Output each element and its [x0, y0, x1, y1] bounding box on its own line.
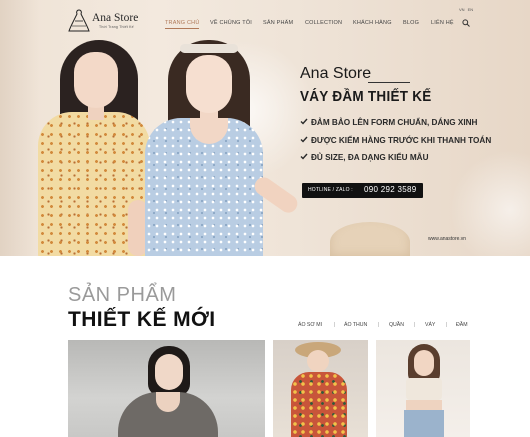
nav-item-blog[interactable]: BLOG — [403, 20, 419, 26]
logo-name[interactable]: Ana Store — [92, 12, 138, 24]
filter-dresses[interactable]: ĐẦM — [456, 322, 468, 328]
product-card[interactable] — [68, 340, 265, 437]
dress-logo-icon[interactable] — [68, 9, 90, 33]
hero-divider — [368, 82, 410, 83]
filter-divider: | — [378, 322, 380, 328]
hero-bullet: ĐẢM BẢO LÊN FORM CHUẨN, DÁNG XINH — [300, 118, 477, 127]
section-subtitle: SẢN PHẨM — [68, 284, 177, 306]
nav-item-contact[interactable]: LIÊN HỆ — [431, 20, 454, 26]
check-icon — [300, 136, 308, 143]
product-white-top — [406, 378, 442, 400]
search-icon[interactable] — [462, 19, 470, 27]
product-jeans — [404, 410, 444, 437]
hotline-button[interactable]: HOTLINE / ZALO : 090 292 3589 — [302, 183, 423, 198]
product-model-face — [414, 350, 434, 376]
hero-bullet-text: ĐƯỢC KIỂM HÀNG TRƯỚC KHI THANH TOÁN — [311, 136, 492, 145]
website-url: www.anastore.vn — [428, 236, 467, 242]
model-2-face — [186, 55, 232, 113]
product-model-face — [155, 354, 183, 390]
filter-tshirts[interactable]: ÁO THUN — [344, 322, 367, 328]
lang-vn[interactable]: VN — [459, 7, 465, 12]
filter-divider: | — [414, 322, 416, 328]
filter-divider: | — [446, 322, 448, 328]
hero-bullet-text: ĐẢM BẢO LÊN FORM CHUẨN, DÁNG XINH — [311, 118, 478, 127]
section-title: THIẾT KẾ MỚI — [68, 308, 216, 331]
hero-banner: Ana Store VÁY ĐẦM THIẾT KẾ ĐẢM BẢO LÊN F… — [0, 0, 530, 256]
nav-item-about[interactable]: VỀ CHÚNG TÔI — [210, 20, 252, 26]
filter-shirts[interactable]: ÁO SƠ MI — [298, 322, 322, 328]
lang-en[interactable]: EN — [468, 7, 474, 12]
hero-bullet-text: ĐỦ SIZE, ĐA DẠNG KIỂU MẪU — [311, 153, 429, 162]
hero-brand: Ana Store — [300, 65, 372, 82]
nav-item-customers[interactable]: KHÁCH HÀNG — [353, 20, 392, 26]
hero-headline: VÁY ĐẦM THIẾT KẾ — [300, 88, 432, 105]
hero-curtain — [0, 0, 40, 256]
model-1-face — [74, 52, 118, 108]
product-model-waist — [406, 400, 442, 410]
product-floral-dress — [291, 372, 347, 437]
filter-skirts[interactable]: VÁY — [425, 322, 435, 328]
filter-pants[interactable]: QUẦN — [389, 322, 404, 328]
nav-item-home[interactable]: TRANG CHỦ — [165, 20, 200, 26]
check-icon — [300, 153, 308, 160]
filter-divider: | — [334, 322, 336, 328]
product-card[interactable] — [273, 340, 368, 437]
hotline-number: 090 292 3589 — [364, 185, 417, 194]
product-model-face — [307, 350, 329, 372]
hero-bullet: ĐƯỢC KIỂM HÀNG TRƯỚC KHI THANH TOÁN — [300, 136, 491, 145]
language-switcher: VN EN — [456, 7, 473, 12]
nav-item-products[interactable]: SẢN PHẨM — [263, 20, 293, 26]
hotline-label: HOTLINE / ZALO : — [308, 187, 353, 193]
straw-hat — [330, 222, 410, 256]
nav-active-underline — [165, 28, 199, 29]
site-header: Ana Store Thời Trang Thiết Kế VN EN TRANG… — [0, 0, 530, 36]
nav-item-collection[interactable]: COLLECTION — [305, 20, 342, 26]
hero-bullet: ĐỦ SIZE, ĐA DẠNG KIỂU MẪU — [300, 153, 429, 162]
product-card[interactable] — [376, 340, 470, 437]
check-icon — [300, 118, 308, 125]
logo-tagline: Thời Trang Thiết Kế — [99, 25, 134, 29]
model-2-headband — [180, 44, 238, 53]
